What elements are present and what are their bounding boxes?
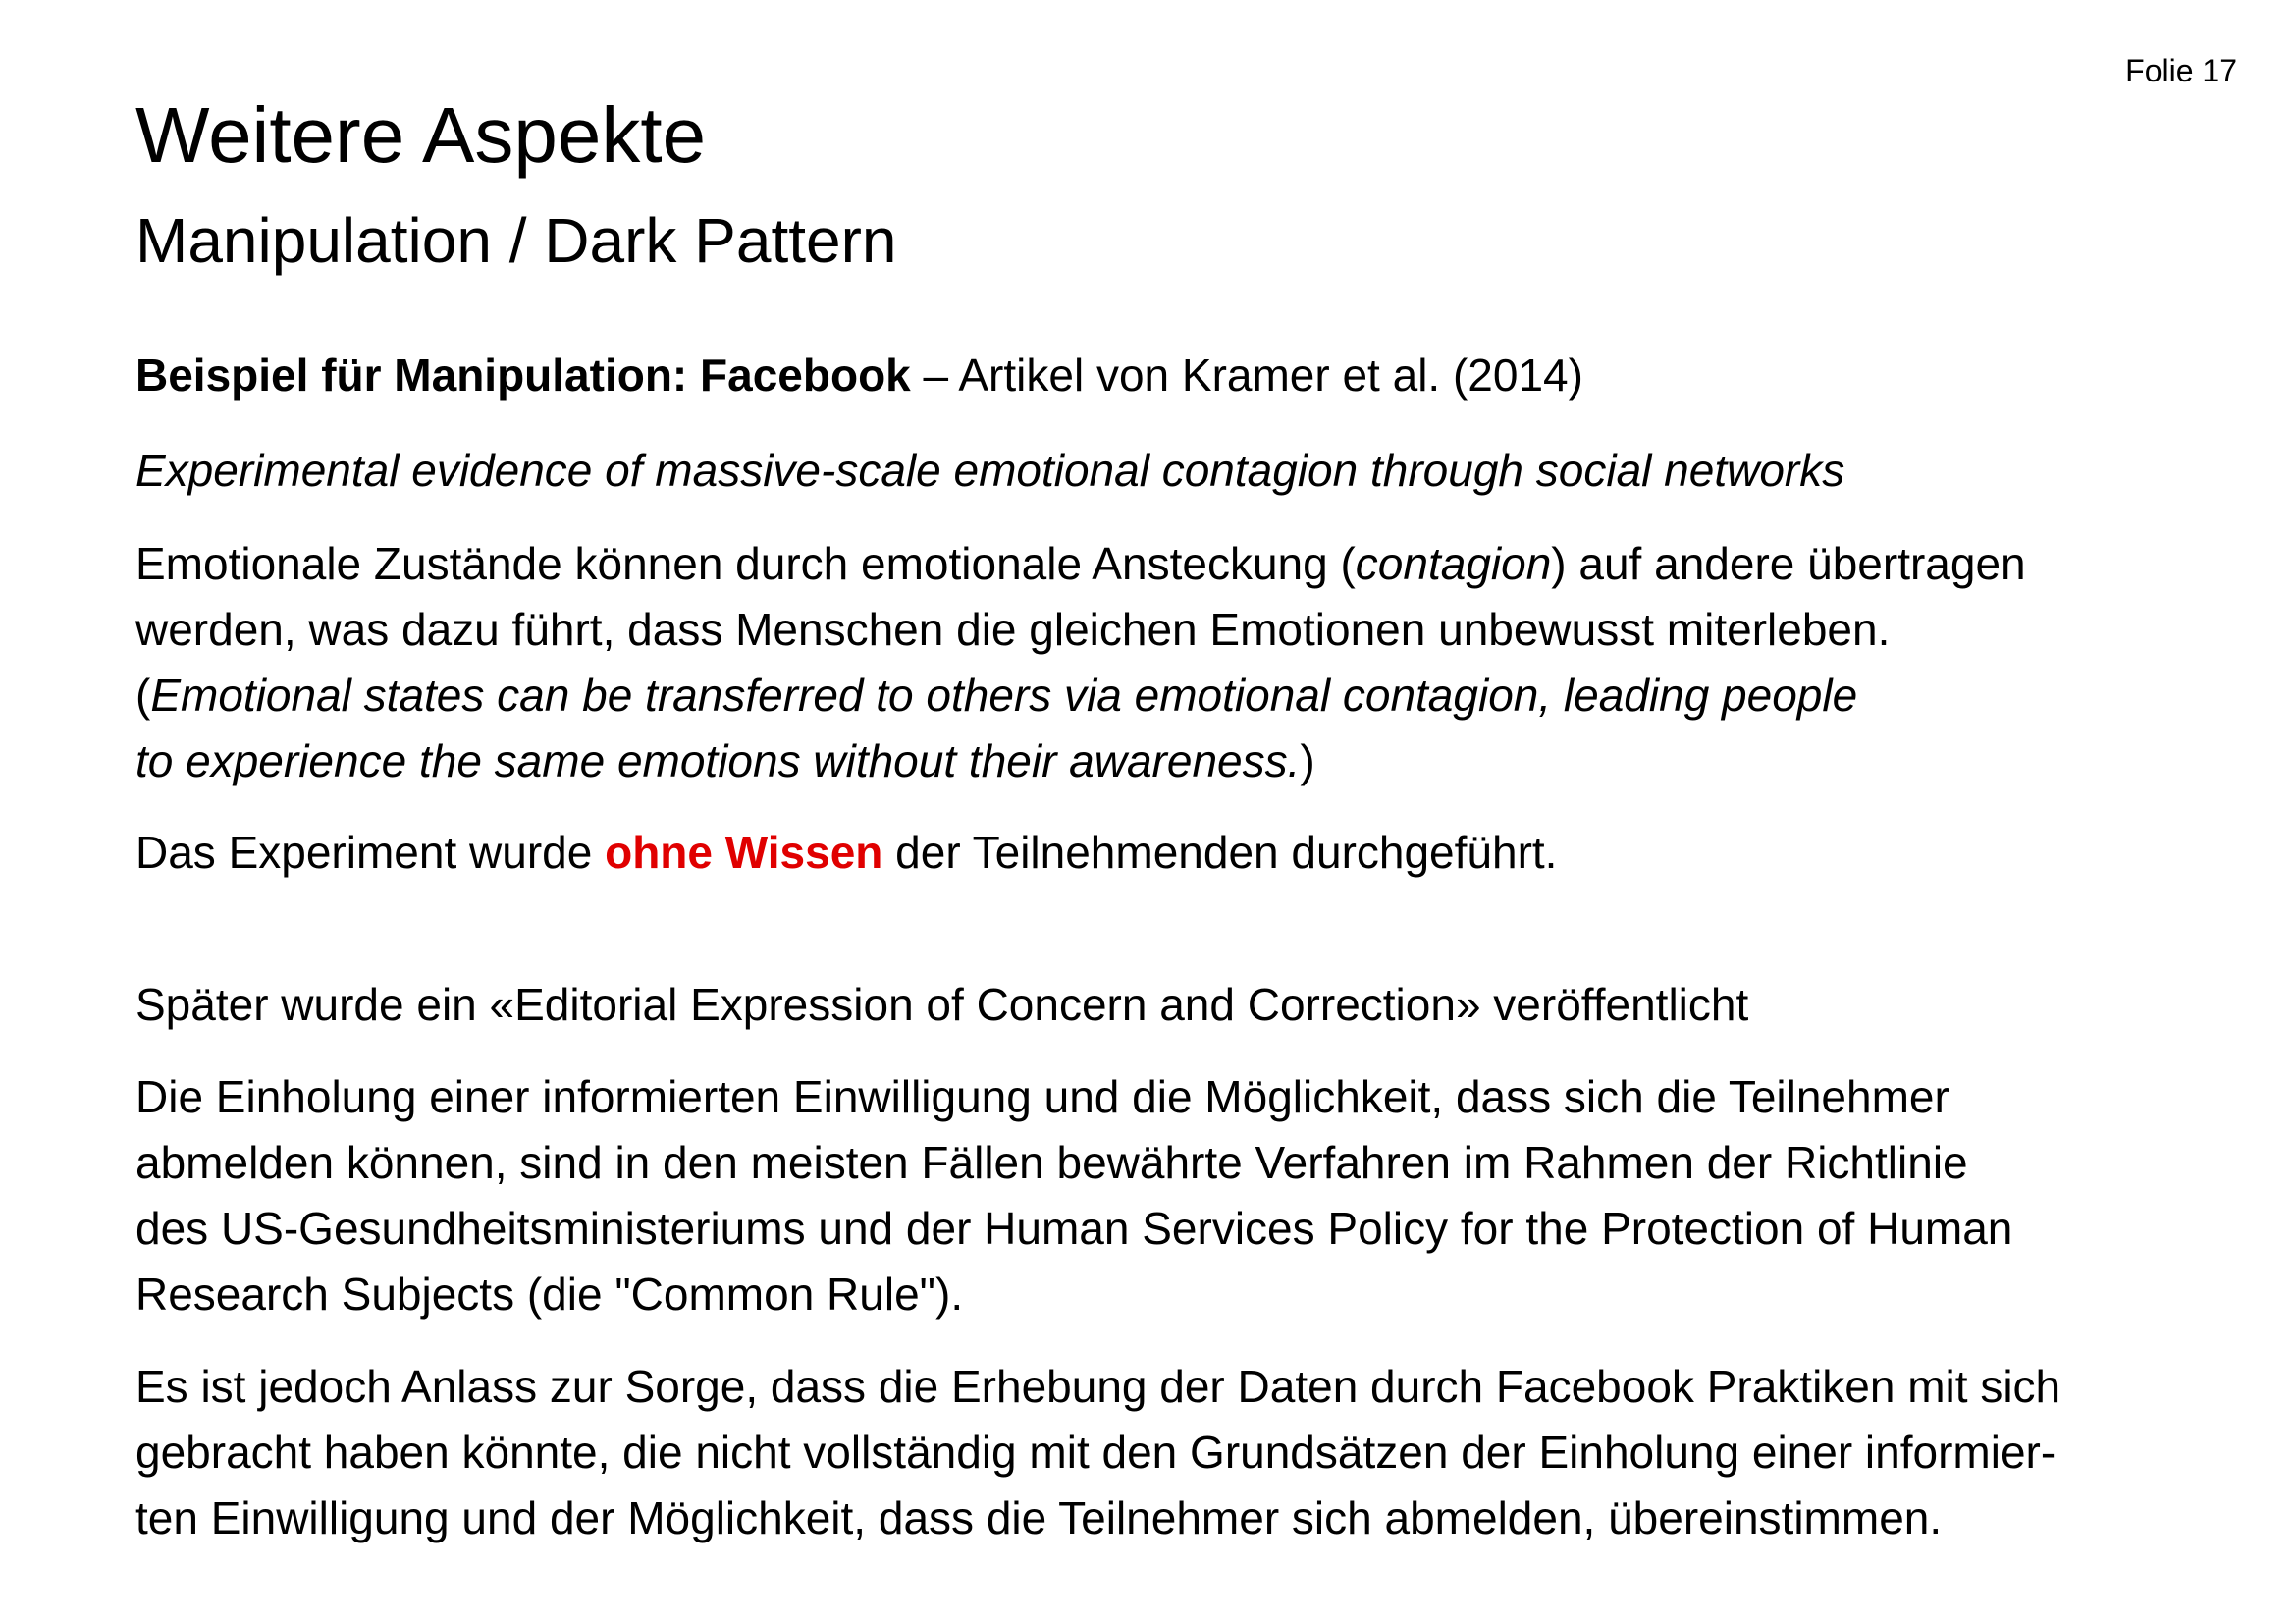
page-subtitle: Manipulation / Dark Pattern <box>135 205 897 276</box>
contagion-open-paren: ( <box>135 670 151 721</box>
experiment-paragraph: Das Experiment wurde ohne Wissen der Tei… <box>135 820 1557 886</box>
concern-line-2: gebracht haben könnte, die nicht vollstä… <box>135 1427 2056 1478</box>
contagion-line-1-end: ) auf andere übertragen <box>1551 538 2026 589</box>
consent-line-3: des US-Gesundheitsministeriums und der H… <box>135 1203 2013 1254</box>
consent-paragraph: Die Einholung einer informierten Einwill… <box>135 1064 2012 1327</box>
concern-line-1: Es ist jedoch Anlass zur Sorge, dass die… <box>135 1361 2061 1412</box>
concern-paragraph: Es ist jedoch Anlass zur Sorge, dass die… <box>135 1354 2060 1551</box>
contagion-translation-2: to experience the same emotions without … <box>135 735 1301 786</box>
experiment-highlight: ohne Wissen <box>605 827 883 878</box>
article-title: Experimental evidence of massive-scale e… <box>135 445 1845 496</box>
contagion-line-3: (Emotional states can be transferred to … <box>135 663 2026 729</box>
contagion-line-4: to experience the same emotions without … <box>135 729 2026 794</box>
contagion-paragraph: Emotionale Zustände können durch emotion… <box>135 531 2026 794</box>
concern-line-3: ten Einwilligung und der Möglichkeit, da… <box>135 1492 1943 1543</box>
slide-number: Folie 17 <box>2125 53 2237 88</box>
contagion-close-paren: ) <box>1300 735 1315 786</box>
editorial-paragraph: Später wurde ein «Editorial Expression o… <box>135 979 1749 1030</box>
experiment-after: der Teilnehmenden durchgeführt. <box>882 827 1558 878</box>
contagion-translation-1: Emotional states can be transferred to o… <box>150 670 1858 721</box>
example-reference: – Artikel von Kramer et al. (2014) <box>910 350 1583 401</box>
consent-line-4: Research Subjects (die "Common Rule"). <box>135 1269 964 1320</box>
example-paragraph: Beispiel für Manipulation: Facebook – Ar… <box>135 343 1583 408</box>
contagion-line-2: werden, was dazu führt, dass Menschen di… <box>135 604 1891 655</box>
contagion-line-1-start: Emotionale Zustände können durch emotion… <box>135 538 1356 589</box>
page-title: Weitere Aspekte <box>135 91 707 179</box>
experiment-before: Das Experiment wurde <box>135 827 606 878</box>
contagion-term: contagion <box>1355 538 1552 589</box>
contagion-line-1: Emotionale Zustände können durch emotion… <box>135 531 2026 597</box>
example-heading: Beispiel für Manipulation: Facebook <box>135 350 911 401</box>
consent-line-1: Die Einholung einer informierten Einwill… <box>135 1071 1949 1122</box>
consent-line-2: abmelden können, sind in den meisten Fäl… <box>135 1137 1968 1188</box>
